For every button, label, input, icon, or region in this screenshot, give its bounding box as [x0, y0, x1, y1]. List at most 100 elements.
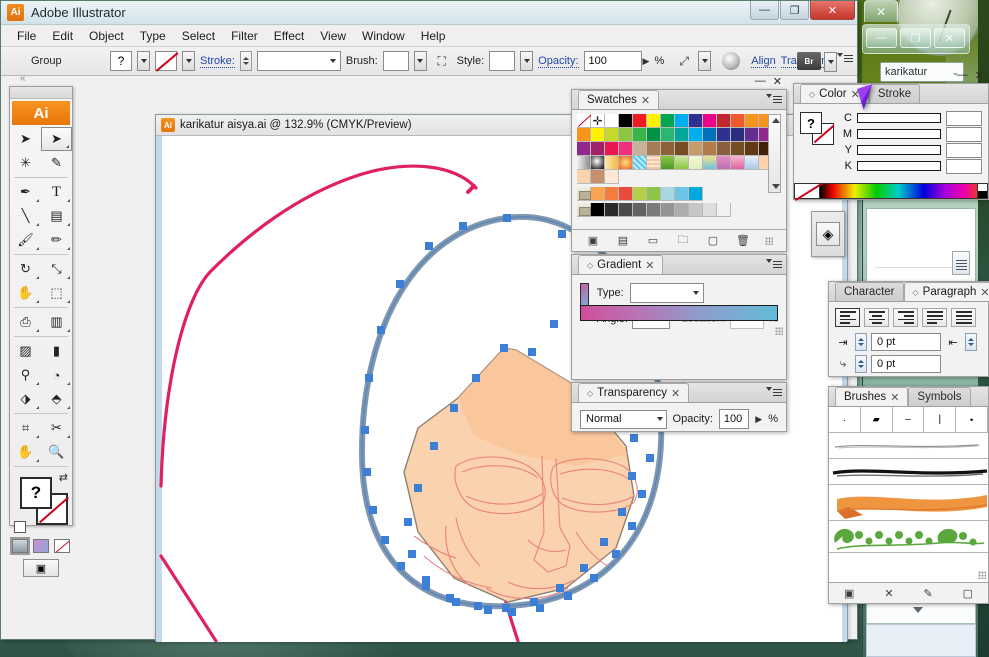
panel-menu-icon[interactable]: [837, 53, 853, 57]
swatch-gradient[interactable]: [731, 156, 745, 170]
remove-brush-stroke-icon[interactable]: ✕: [884, 587, 893, 600]
swatches-window-controls[interactable]: — ✕: [755, 75, 782, 88]
art-brush-charcoal-thick[interactable]: [829, 459, 988, 485]
brush-dropdown-button[interactable]: [413, 51, 427, 71]
layers-panel-collapsed[interactable]: ◈: [811, 211, 845, 257]
swatch[interactable]: [745, 114, 759, 128]
swatch[interactable]: [633, 142, 647, 156]
swatch[interactable]: [633, 187, 647, 201]
gradient-mode-button[interactable]: [33, 539, 49, 553]
resize-grip-icon[interactable]: [775, 327, 783, 335]
eyedropper-tool-icon[interactable]: ⚲: [10, 363, 41, 387]
swatch[interactable]: [675, 128, 689, 142]
panel-menu-icon[interactable]: [766, 259, 782, 263]
swatch[interactable]: [591, 142, 605, 156]
style-dropdown-button[interactable]: [520, 51, 534, 71]
scissors-tool-icon[interactable]: ✂: [41, 416, 72, 440]
menu-item-help[interactable]: Help: [413, 27, 454, 45]
swatch[interactable]: [717, 142, 731, 156]
minimize-button[interactable]: —: [750, 1, 779, 20]
swatch[interactable]: [591, 128, 605, 142]
align-link[interactable]: Align: [751, 55, 776, 68]
channel-slider-c[interactable]: [857, 113, 941, 123]
calligraphic-brush-item[interactable]: ▰: [861, 407, 893, 432]
close-icon[interactable]: ✕: [671, 387, 680, 400]
color-window-controls[interactable]: — ✕: [957, 69, 984, 82]
transparency-opacity-field[interactable]: 100: [718, 409, 750, 429]
spectrum-black-white-swatch[interactable]: [978, 183, 988, 199]
swatch[interactable]: [633, 203, 647, 217]
swatch-gradient[interactable]: [703, 156, 717, 170]
swatch[interactable]: [717, 114, 731, 128]
scroll-up-icon[interactable]: [772, 118, 780, 123]
tab-transparency[interactable]: ◇ Transparency ✕: [578, 383, 690, 402]
close-icon[interactable]: ✕: [645, 259, 654, 272]
swatch[interactable]: [605, 203, 619, 217]
opacity-flyout-icon[interactable]: ▶: [643, 56, 650, 67]
stroke-color-button[interactable]: [155, 51, 177, 71]
swatch-registration[interactable]: [591, 114, 605, 128]
layers-icon[interactable]: ◈: [816, 222, 840, 246]
color-mode-button[interactable]: [10, 537, 30, 555]
none-mode-button[interactable]: [54, 539, 70, 553]
swatch[interactable]: [675, 203, 689, 217]
paintbrush-tool-icon[interactable]: 🖌: [10, 228, 41, 252]
resize-grip-icon[interactable]: [978, 571, 986, 579]
selection-tool-icon[interactable]: ➤: [10, 127, 41, 151]
maximize-button[interactable]: ❐: [780, 1, 809, 20]
opacity-value-field[interactable]: 100: [583, 51, 642, 71]
channel-slider-k[interactable]: [857, 161, 941, 171]
swatch-gradient[interactable]: [619, 156, 633, 170]
gradient-type-select[interactable]: [629, 283, 704, 303]
spectrum-gradient[interactable]: [820, 183, 978, 199]
bg-maximize-button[interactable]: ❐: [900, 28, 931, 48]
panel-menu-icon[interactable]: [766, 94, 782, 98]
tab-brushes[interactable]: Brushes ✕: [835, 387, 909, 406]
swatch[interactable]: [717, 203, 731, 217]
swatch[interactable]: [689, 142, 703, 156]
left-indent-stepper[interactable]: [855, 333, 867, 351]
menu-item-edit[interactable]: Edit: [44, 27, 81, 45]
calligraphic-brush-item[interactable]: ·: [829, 407, 861, 432]
swatch-gradient[interactable]: [675, 156, 689, 170]
swatches-scrollbar[interactable]: [768, 114, 781, 193]
brush-libraries-icon[interactable]: ▣: [844, 587, 854, 600]
swatch[interactable]: [703, 142, 717, 156]
scale-tool-icon[interactable]: ⤡: [41, 257, 72, 281]
first-line-indent-stepper[interactable]: [855, 355, 867, 373]
swatch[interactable]: [619, 203, 633, 217]
swatch[interactable]: [703, 114, 717, 128]
rectangle-tool-icon[interactable]: ▤: [41, 204, 72, 228]
swatch-gradient[interactable]: [591, 156, 605, 170]
first-line-indent-field[interactable]: 0 pt: [871, 355, 941, 373]
type-tool-icon[interactable]: T: [41, 180, 72, 204]
swatch[interactable]: [577, 128, 591, 142]
swatch[interactable]: [717, 128, 731, 142]
channel-slider-m[interactable]: [857, 129, 941, 139]
swatch[interactable]: [591, 170, 605, 184]
swatch[interactable]: [605, 170, 619, 184]
minimize-icon[interactable]: —: [957, 69, 968, 82]
tab-character[interactable]: Character: [835, 282, 904, 301]
pen-tool-icon[interactable]: ✒: [10, 180, 41, 204]
swatch-gradient[interactable]: [577, 156, 591, 170]
warp-tool-icon[interactable]: ✋: [10, 281, 41, 305]
swatch[interactable]: [647, 114, 661, 128]
swatch[interactable]: [647, 203, 661, 217]
align-center-icon[interactable]: [864, 308, 889, 327]
fill-dropdown-button[interactable]: [137, 51, 150, 71]
swatch[interactable]: [619, 114, 633, 128]
swatch[interactable]: [647, 187, 661, 201]
swatch-pattern[interactable]: [633, 156, 647, 170]
magic-wand-tool-icon[interactable]: ✳: [10, 151, 41, 175]
toolbox-drag-grip[interactable]: [10, 87, 72, 99]
swatch[interactable]: [591, 203, 605, 217]
isolate-selected-icon[interactable]: ⤢: [675, 52, 693, 70]
swatch-none[interactable]: [577, 114, 591, 128]
brushes-list[interactable]: · ▰ – | •: [829, 407, 988, 603]
swatch[interactable]: [619, 142, 633, 156]
bridge-dropdown-button[interactable]: [824, 52, 837, 72]
menu-item-filter[interactable]: Filter: [223, 27, 266, 45]
art-brush-green-floral[interactable]: [829, 521, 988, 553]
swatch[interactable]: [661, 142, 675, 156]
